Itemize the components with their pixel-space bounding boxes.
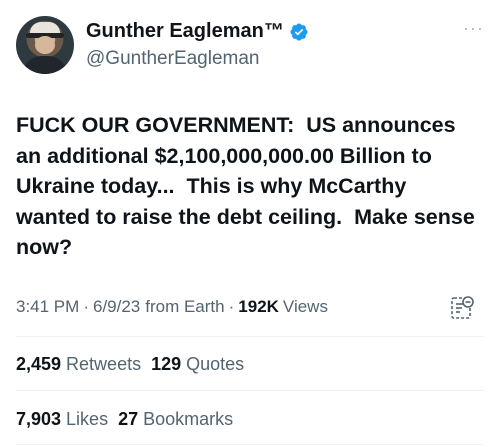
- verified-badge-icon: [290, 22, 308, 41]
- bookmarks-label[interactable]: Bookmarks: [143, 409, 233, 430]
- tweet-date[interactable]: 6/9/23: [93, 297, 140, 317]
- meta-separator-2: ·: [228, 297, 235, 316]
- avatar[interactable]: [16, 16, 74, 74]
- quotes-count[interactable]: 129: [151, 354, 181, 375]
- tweet-source: from Earth: [145, 297, 225, 316]
- divider: [16, 444, 484, 445]
- quotes-label[interactable]: Quotes: [186, 354, 244, 375]
- handle[interactable]: @GuntherEagleman: [86, 48, 260, 70]
- retweets-count[interactable]: 2,459: [16, 354, 61, 375]
- likes-count[interactable]: 7,903: [16, 409, 61, 430]
- retweets-label[interactable]: Retweets: [66, 354, 141, 375]
- bookmarks-count[interactable]: 27: [118, 409, 138, 430]
- display-name[interactable]: Gunther Eagleman™: [86, 20, 284, 43]
- tweet-text: FUCK OUR GOVERNMENT: US announces an add…: [16, 113, 481, 259]
- name-row: Gunther Eagleman™: [86, 20, 309, 43]
- stats-row-likes: 7,903 Likes 27 Bookmarks: [16, 409, 243, 430]
- divider: [16, 336, 484, 337]
- tweet-time[interactable]: 3:41 PM: [16, 297, 79, 317]
- likes-label[interactable]: Likes: [66, 409, 108, 430]
- tweet-header: Gunther Eagleman™ @GuntherEagleman ···: [16, 16, 484, 74]
- stats-row-engagement: 2,459 Retweets 129 Quotes: [16, 354, 254, 375]
- views-count: 192K: [238, 297, 279, 316]
- views-label: Views: [282, 297, 328, 316]
- more-options-icon[interactable]: ···: [463, 18, 484, 39]
- meta-separator: ·: [83, 297, 89, 316]
- analytics-icon[interactable]: [448, 294, 476, 322]
- divider: [16, 390, 484, 391]
- tweet-meta: 3:41 PM · 6/9/23 from Earth · 192K Views: [16, 297, 328, 317]
- avatar-face: [35, 36, 55, 54]
- avatar-shirt: [22, 56, 68, 74]
